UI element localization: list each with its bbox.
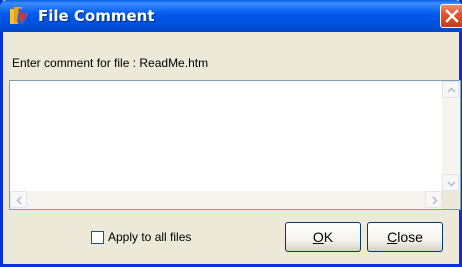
apply-to-all-option[interactable]: Apply to all files <box>91 228 191 246</box>
chevron-left-icon <box>16 196 22 205</box>
scroll-left-button[interactable] <box>10 191 27 208</box>
close-mnemonic: C <box>387 229 398 245</box>
comment-textarea[interactable] <box>10 81 442 191</box>
close-window-button[interactable] <box>440 4 462 28</box>
horizontal-scrollbar[interactable] <box>10 191 442 209</box>
apply-to-all-label: Apply to all files <box>108 230 192 244</box>
chevron-up-icon <box>447 87 456 93</box>
scroll-right-button[interactable] <box>425 191 442 208</box>
file-comment-dialog: File Comment Enter comment for file : Re… <box>0 0 462 267</box>
chevron-down-icon <box>447 181 456 187</box>
comment-textarea-frame <box>9 80 461 210</box>
comment-prompt-label: Enter comment for file : ReadMe.htm <box>12 56 209 70</box>
chevron-right-icon <box>432 196 438 205</box>
close-button[interactable]: Close <box>367 222 443 252</box>
vertical-scrollbar[interactable] <box>442 81 460 191</box>
scroll-down-button[interactable] <box>442 174 459 191</box>
window-title: File Comment <box>38 7 155 25</box>
close-icon <box>445 9 459 23</box>
ok-label-rest: K <box>323 229 334 245</box>
apply-to-all-checkbox[interactable] <box>91 230 104 244</box>
scroll-up-button[interactable] <box>442 81 459 98</box>
ok-mnemonic: O <box>312 229 324 245</box>
file-comment-app-icon <box>9 6 31 26</box>
ok-button[interactable]: OK <box>285 222 361 252</box>
title-bar[interactable]: File Comment <box>0 0 462 32</box>
scrollbar-corner <box>442 191 460 209</box>
close-label-rest: lose <box>397 229 423 245</box>
